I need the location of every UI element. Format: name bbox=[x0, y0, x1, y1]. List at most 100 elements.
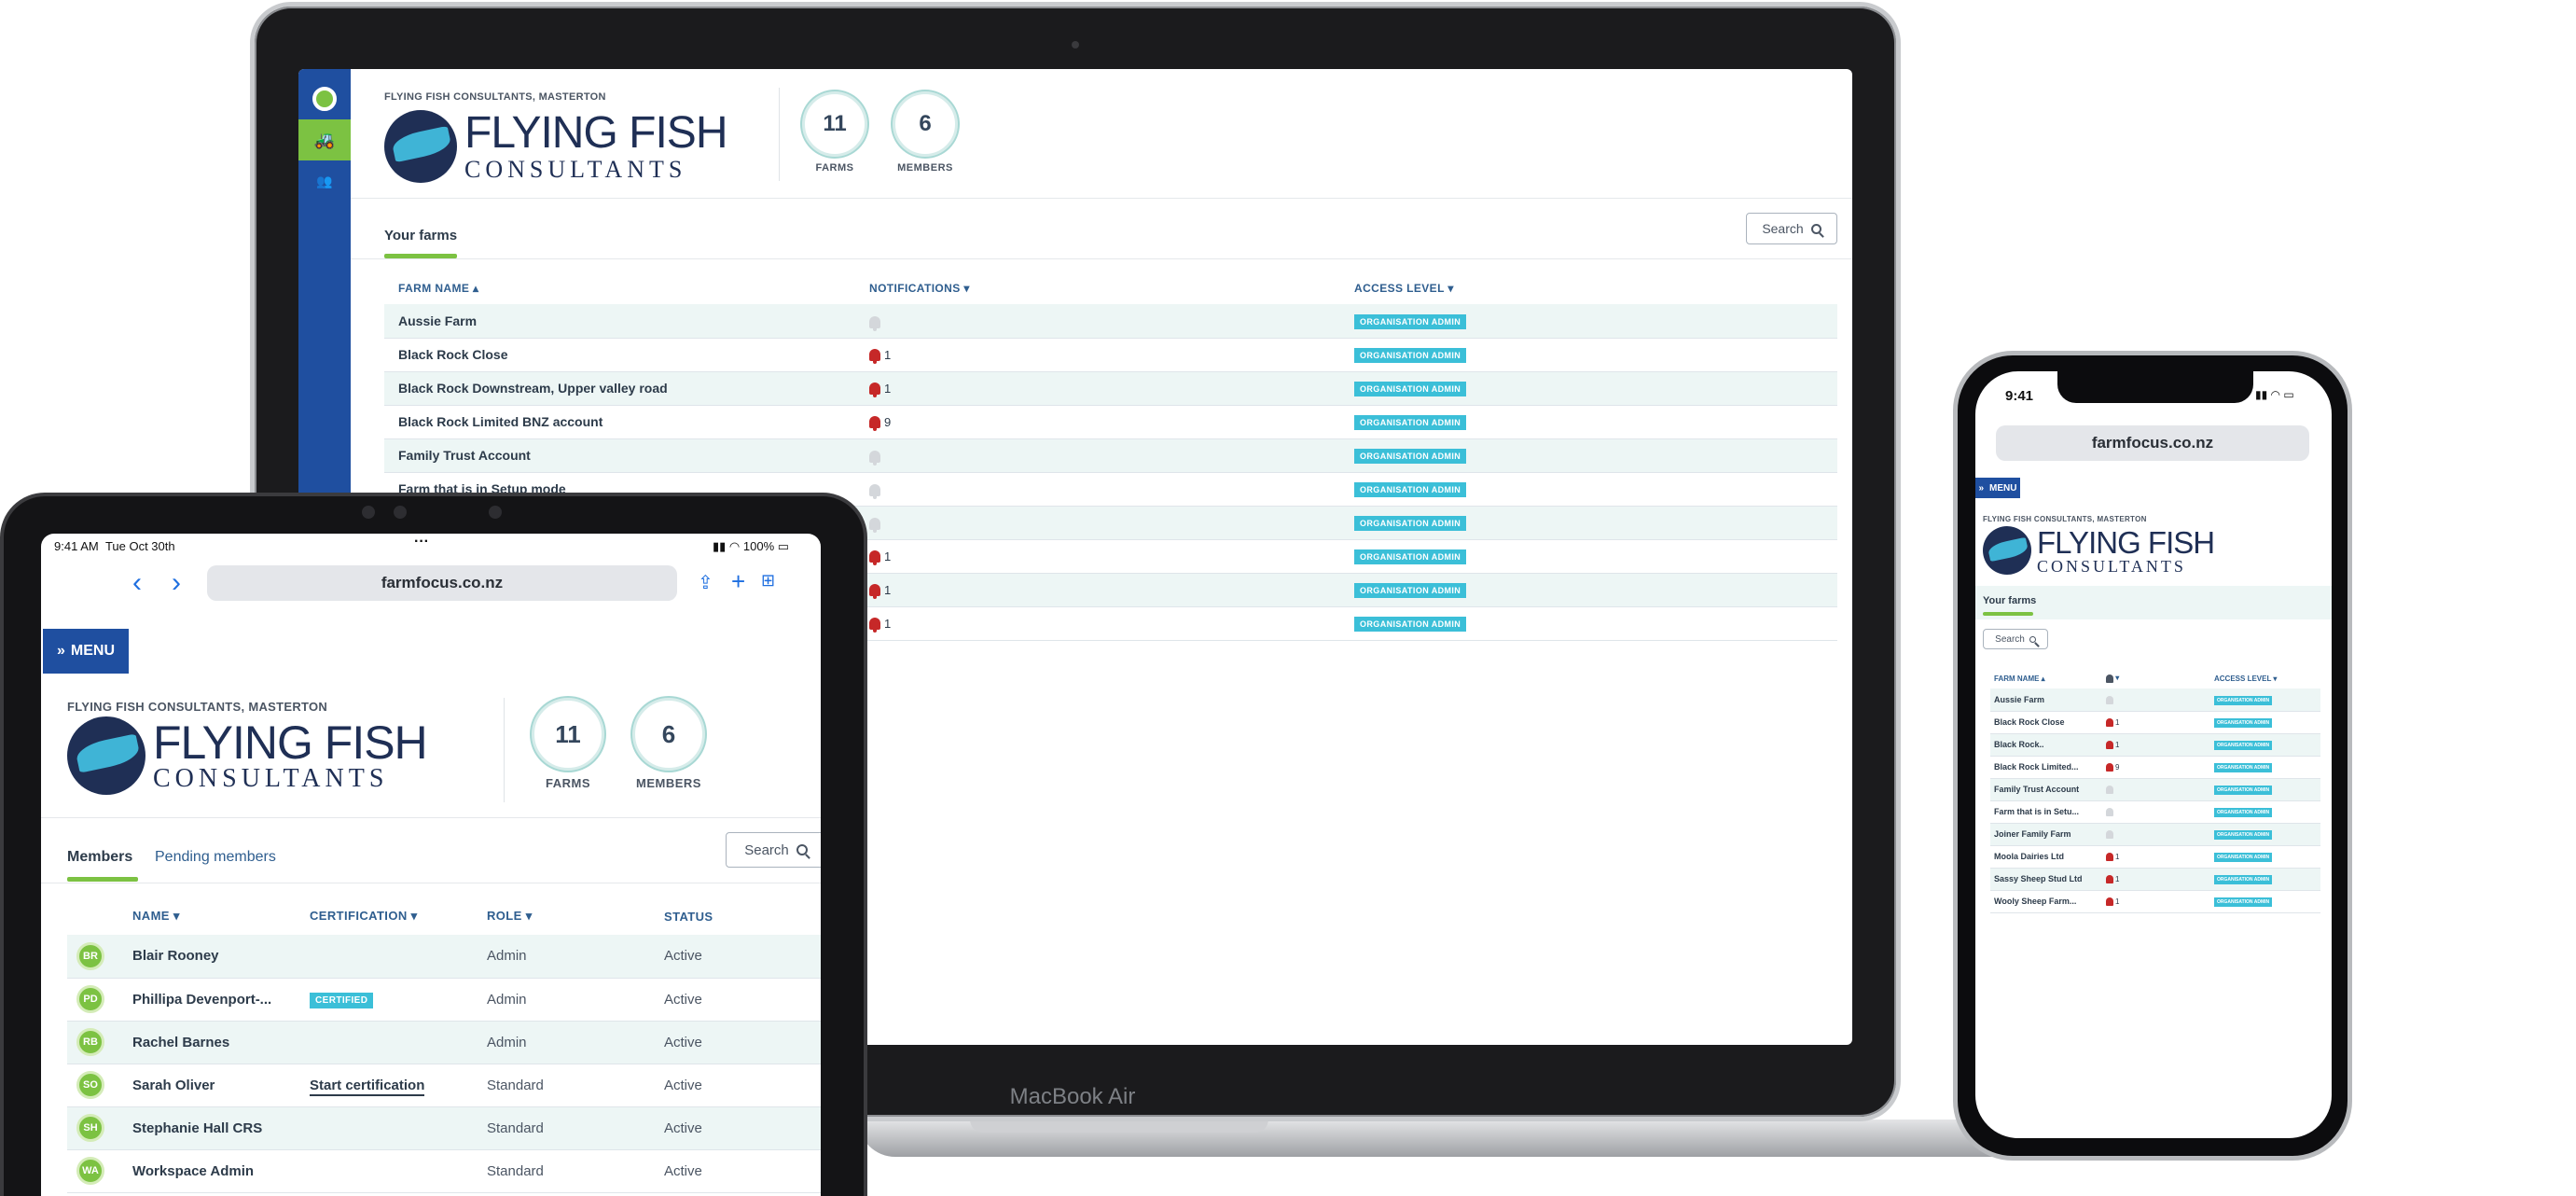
bell-icon bbox=[869, 315, 880, 331]
col-notifications[interactable]: NOTIFICATIONS ▾ bbox=[869, 272, 1354, 304]
access-level-cell: ORGANISATION ADMIN bbox=[2214, 711, 2320, 734]
farm-name: Aussie Farm bbox=[1990, 688, 2106, 712]
notifications-cell: 1 bbox=[869, 371, 1354, 406]
tablet-search-button[interactable]: Search bbox=[726, 832, 821, 868]
col-role[interactable]: ROLE ▾ bbox=[487, 897, 664, 935]
member-row[interactable]: SO Sarah Oliver Start certification Standar… bbox=[67, 1064, 821, 1107]
stat-members: 6 MEMBERS bbox=[893, 91, 958, 174]
tablet-logo-line2: CONSULTANTS bbox=[153, 764, 389, 793]
avatar: PD bbox=[76, 985, 104, 1013]
certification-cell: Start certification bbox=[310, 1064, 487, 1107]
tablet-stat-farms: 11 FARMS bbox=[532, 698, 604, 790]
stat-farms: 11 FARMS bbox=[802, 91, 867, 174]
tablet-sensor-right bbox=[489, 506, 502, 519]
bell-icon bbox=[2106, 741, 2113, 750]
table-row[interactable]: Black Rock Close 1 ORGANISATION ADMIN bbox=[384, 338, 1837, 372]
member-name: Blair Rooney bbox=[132, 935, 310, 979]
chevrons-right-icon: » bbox=[1978, 482, 1985, 494]
tab-pending-members[interactable]: Pending members bbox=[155, 849, 276, 866]
new-tab-icon[interactable]: + bbox=[731, 567, 745, 596]
fish-logo-icon bbox=[384, 110, 457, 183]
tabs-overview-icon[interactable]: ⊞ bbox=[761, 571, 775, 591]
member-status: Active bbox=[664, 1021, 821, 1064]
table-row[interactable]: Moola Dairies Ltd 1 ORGANISATION ADMIN bbox=[1990, 845, 2320, 869]
member-role: Admin bbox=[487, 978, 664, 1022]
farm-name: Moola Dairies Ltd bbox=[1990, 845, 2106, 869]
col-name[interactable]: NAME ▾ bbox=[132, 897, 310, 935]
back-icon[interactable]: ‹ bbox=[132, 567, 142, 599]
phone-url-bar[interactable]: farmfocus.co.nz bbox=[1996, 425, 2309, 461]
member-row[interactable]: RB Rachel Barnes Admin Active bbox=[67, 1021, 821, 1064]
farm-name: Black Rock Close bbox=[398, 347, 508, 362]
table-row[interactable]: Black Rock Limited... 9 ORGANISATION ADMIN bbox=[1990, 756, 2320, 779]
tablet-org-label: FLYING FISH CONSULTANTS, MASTERTON bbox=[67, 700, 328, 714]
table-row[interactable]: Sassy Sheep Stud Ltd 1 ORGANISATION ADMIN bbox=[1990, 868, 2320, 891]
col-access-level[interactable]: ACCESS LEVEL ▾ bbox=[1354, 272, 1837, 304]
phone-col-notifications[interactable]: ▾ bbox=[2106, 668, 2214, 688]
bell-icon bbox=[869, 517, 880, 533]
access-level-cell: ORGANISATION ADMIN bbox=[1354, 606, 1837, 641]
notifications-cell bbox=[869, 506, 1354, 540]
notifications-cell: 1 bbox=[2106, 890, 2214, 913]
member-row[interactable]: PD Phillipa Devenport-... CERTIFIED Admin Ac… bbox=[67, 978, 821, 1022]
tablet-status-icons: ▮▮ ◠ 100% ▭ bbox=[713, 539, 790, 553]
phone-search-button[interactable]: Search bbox=[1983, 629, 2048, 649]
laptop-hinge-notch bbox=[970, 1120, 1268, 1133]
table-row[interactable]: Joiner Family Farm ORGANISATION ADMIN bbox=[1990, 823, 2320, 846]
table-row[interactable]: Farm that is in Setu... ORGANISATION ADMI… bbox=[1990, 800, 2320, 824]
tablet-logo-line1: FLYING FISH bbox=[153, 716, 428, 769]
notification-count: 1 bbox=[2115, 852, 2120, 861]
table-row[interactable]: Aussie Farm ORGANISATION ADMIN bbox=[1990, 688, 2320, 712]
member-name: Sarah Oliver bbox=[132, 1064, 310, 1107]
member-row[interactable]: WA Workspace Admin Standard Active bbox=[67, 1149, 821, 1193]
tablet-menu-button[interactable]: » MENU bbox=[43, 629, 129, 674]
tablet-time: 9:41 AM Tue Oct 30th bbox=[54, 539, 175, 553]
access-badge: ORGANISATION ADMIN bbox=[1354, 583, 1467, 598]
access-level-cell: ORGANISATION ADMIN bbox=[1354, 405, 1837, 439]
laptop-brand-label: MacBook Air bbox=[1009, 1084, 1136, 1109]
access-badge: ORGANISATION ADMIN bbox=[1354, 313, 1467, 329]
tab-members[interactable]: Members bbox=[67, 849, 132, 866]
forward-icon[interactable]: › bbox=[172, 567, 181, 599]
table-row[interactable]: Black Rock.. 1 ORGANISATION ADMIN bbox=[1990, 733, 2320, 757]
member-status: Active bbox=[664, 1064, 821, 1107]
access-level-cell: ORGANISATION ADMIN bbox=[1354, 472, 1837, 507]
phone-tab-your-farms[interactable]: Your farms bbox=[1983, 595, 2036, 606]
access-badge: ORGANISATION ADMIN bbox=[2214, 786, 2273, 795]
share-icon[interactable]: ⇪ bbox=[698, 571, 713, 594]
access-level-cell: ORGANISATION ADMIN bbox=[1354, 506, 1837, 540]
table-row[interactable]: Black Rock Close 1 ORGANISATION ADMIN bbox=[1990, 711, 2320, 734]
search-label: Search bbox=[1762, 221, 1804, 236]
start-certification-link[interactable]: Start certification bbox=[310, 1077, 425, 1096]
member-row[interactable]: BR Blair Rooney Admin Active bbox=[67, 935, 821, 979]
sidebar-item-farms[interactable]: 🚜 bbox=[298, 119, 351, 160]
phone-screen: 9:41 ▮▮ ◠ ▭ farmfocus.co.nz » MENU FLYING… bbox=[1975, 371, 2332, 1138]
table-row[interactable]: Aussie Farm ORGANISATION ADMIN bbox=[384, 304, 1837, 339]
app-logo-icon[interactable] bbox=[298, 78, 351, 119]
member-row[interactable]: SH Stephanie Hall CRS Standard Active bbox=[67, 1106, 821, 1150]
access-level-cell: ORGANISATION ADMIN bbox=[2214, 823, 2320, 846]
table-row[interactable]: Family Trust Account ORGANISATION ADMIN bbox=[1990, 778, 2320, 801]
phone-menu-button[interactable]: » MENU bbox=[1975, 478, 2020, 498]
access-badge: ORGANISATION ADMIN bbox=[2214, 875, 2273, 884]
table-row[interactable]: Family Trust Account ORGANISATION ADMIN bbox=[384, 438, 1837, 473]
tablet-header-separator bbox=[41, 817, 821, 818]
bell-icon bbox=[869, 550, 880, 566]
col-farm-name[interactable]: FARM NAME ▴ bbox=[384, 272, 869, 304]
col-status[interactable]: STATUS bbox=[664, 897, 821, 935]
search-button[interactable]: Search bbox=[1746, 213, 1837, 244]
tablet-url-bar[interactable]: farmfocus.co.nz bbox=[207, 565, 677, 601]
tab-your-farms[interactable]: Your farms bbox=[384, 228, 457, 243]
tab-separator bbox=[351, 258, 1852, 259]
sidebar-item-members[interactable]: 👥 bbox=[298, 160, 351, 202]
farm-name-cell: Aussie Farm bbox=[384, 304, 869, 339]
table-row[interactable]: Wooly Sheep Farm... 1 ORGANISATION ADMIN bbox=[1990, 890, 2320, 913]
table-row[interactable]: Black Rock Limited BNZ account 9 ORGANISAT… bbox=[384, 405, 1837, 439]
phone-col-access-level[interactable]: ACCESS LEVEL ▾ bbox=[2214, 668, 2320, 688]
col-certification[interactable]: CERTIFICATION ▾ bbox=[310, 897, 487, 935]
farm-name: Black Rock Limited BNZ account bbox=[398, 414, 603, 429]
phone-col-farm-name[interactable]: FARM NAME ▴ bbox=[1990, 668, 2106, 688]
table-row[interactable]: Black Rock Downstream, Upper valley road… bbox=[384, 371, 1837, 406]
access-badge: ORGANISATION ADMIN bbox=[2214, 808, 2273, 817]
member-name: Workspace Admin bbox=[132, 1149, 310, 1193]
